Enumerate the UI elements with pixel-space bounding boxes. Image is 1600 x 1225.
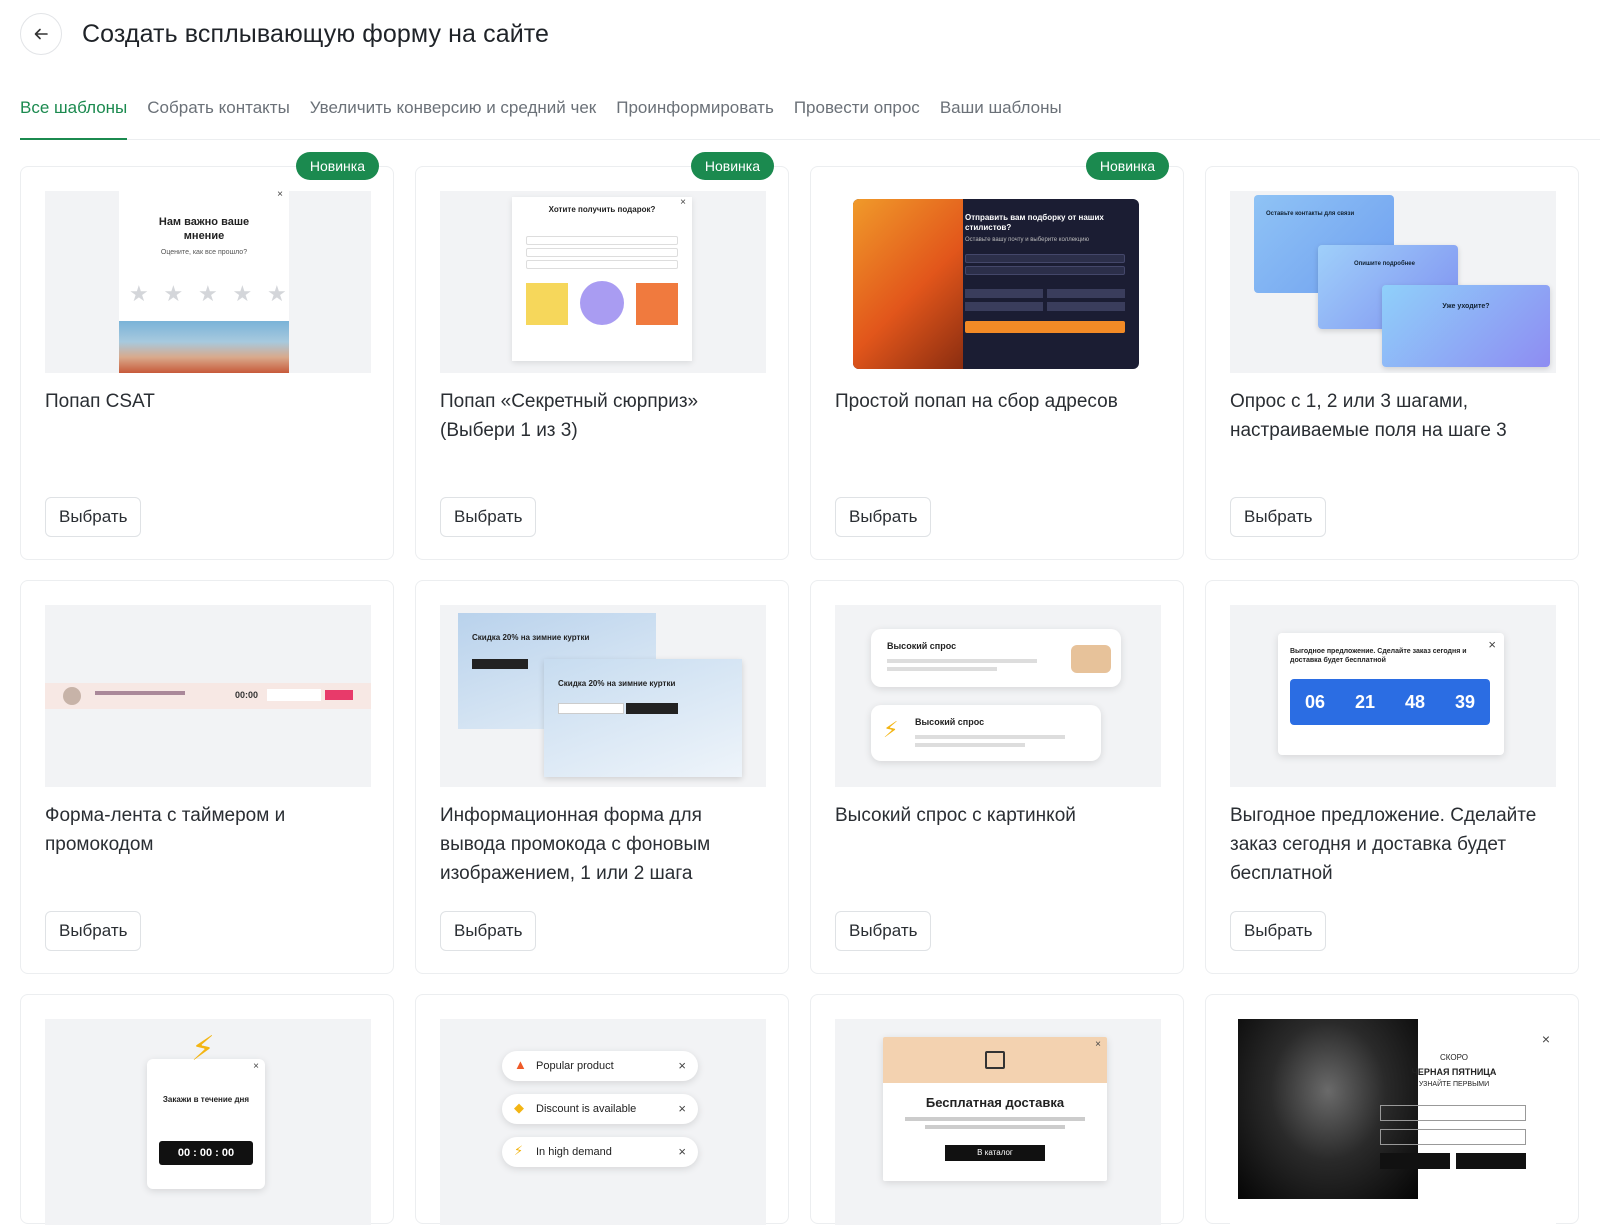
template-title: Форма-лента с таймером и промокодом: [45, 805, 286, 855]
photo: [853, 199, 963, 369]
notification-item: ◆ Discount is available ×: [502, 1094, 698, 1124]
templates-grid: Новинка × Нам важно ваше мнение Оцените,…: [20, 152, 1582, 1225]
select-button[interactable]: Выбрать: [1230, 497, 1327, 537]
submit-bar: [965, 321, 1125, 333]
tag-icon: ◆: [514, 1100, 524, 1115]
template-preview: × Хотите получить подарок?: [440, 191, 766, 373]
star-icon: ★: [267, 281, 287, 306]
template-card[interactable]: Новинка × Хотите получить подарок? Попап…: [415, 152, 789, 560]
notification-item: ⚡ In high demand ×: [502, 1137, 698, 1167]
template-preview: × ⚡ Закажи в течение дня 00 : 00 : 00: [45, 1019, 371, 1225]
template-card[interactable]: × Выгодное предложение. Сделайте заказ с…: [1205, 580, 1579, 974]
box-icon: [985, 1051, 1005, 1069]
lightning-icon: ⚡: [883, 717, 899, 742]
template-tabs: Все шаблоны Собрать контакты Увеличить к…: [20, 92, 1600, 140]
template-card[interactable]: ▲ Popular product × ◆ Discount is availa…: [415, 994, 789, 1225]
close-icon: ×: [678, 1058, 686, 1073]
tab-your-templates[interactable]: Ваши шаблоны: [940, 92, 1062, 140]
template-preview: Скидка 20% на зимние куртки Скидка 20% н…: [440, 605, 766, 787]
select-button[interactable]: Выбрать: [45, 911, 142, 951]
template-preview: × Нам важно ваше мнение Оцените, как все…: [45, 191, 371, 373]
select-button[interactable]: Выбрать: [835, 497, 932, 537]
template-preview: 00:00: [45, 605, 371, 787]
template-card[interactable]: Новинка Отправить вам подборку от наших …: [810, 152, 1184, 560]
gift-orange: [636, 283, 678, 325]
select-button[interactable]: Выбрать: [1230, 911, 1327, 951]
page-header: Создать всплывающую форму на сайте: [20, 12, 549, 56]
template-preview: ▲ Popular product × ◆ Discount is availa…: [440, 1019, 766, 1225]
lightning-icon: ⚡: [514, 1143, 524, 1158]
star-icon: ★: [232, 281, 253, 306]
template-title: Выгодное предложение. Сделайте заказ сег…: [1230, 805, 1537, 884]
template-title: Попап CSAT: [45, 391, 155, 412]
new-badge: Новинка: [295, 152, 379, 180]
template-card[interactable]: Скидка 20% на зимние куртки Скидка 20% н…: [415, 580, 789, 974]
select-button[interactable]: Выбрать: [440, 497, 537, 537]
tab-increase-conversion[interactable]: Увеличить конверсию и средний чек: [310, 92, 596, 140]
close-icon: ×: [1488, 637, 1496, 652]
template-preview: × Бесплатная доставка В каталог: [835, 1019, 1161, 1225]
tab-all-templates[interactable]: Все шаблоны: [20, 92, 128, 140]
thumbs-up-icon: [1071, 645, 1111, 673]
rating-stars: ★ ★ ★ ★ ★: [129, 283, 289, 305]
template-card[interactable]: × СКОРО ЧЕРНАЯ ПЯТНИЦА УЗНАЙТЕ ПЕРВЫМИ: [1205, 994, 1579, 1225]
arrow-left-icon: [34, 28, 48, 40]
close-icon: ×: [678, 1144, 686, 1159]
catalog-button: В каталог: [945, 1145, 1045, 1161]
template-preview: × СКОРО ЧЕРНАЯ ПЯТНИЦА УЗНАЙТЕ ПЕРВЫМИ: [1230, 1019, 1556, 1225]
close-icon: ×: [277, 191, 283, 200]
select-button[interactable]: Выбрать: [440, 911, 537, 951]
tab-survey[interactable]: Провести опрос: [794, 92, 920, 140]
template-title: Попап «Секретный сюрприз» (Выбери 1 из 3…: [440, 391, 699, 441]
close-icon: ×: [1095, 1039, 1101, 1050]
countdown-timer: 06 21 48 39: [1290, 679, 1490, 725]
template-preview: Оставьте контакты для связи Опишите подр…: [1230, 191, 1556, 373]
template-title: Простой попап на сбор адресов: [835, 391, 1118, 412]
timer-box: 00 : 00 : 00: [159, 1141, 253, 1165]
select-button[interactable]: Выбрать: [835, 911, 932, 951]
template-preview: × Выгодное предложение. Сделайте заказ с…: [1230, 605, 1556, 787]
close-icon: ×: [253, 1061, 259, 1072]
tab-collect-contacts[interactable]: Собрать контакты: [147, 92, 290, 140]
gift-purple: [580, 281, 624, 325]
page-title: Создать всплывающую форму на сайте: [82, 19, 550, 48]
template-card[interactable]: Новинка × Нам важно ваше мнение Оцените,…: [20, 152, 394, 560]
star-icon: ★: [129, 281, 149, 306]
tab-inform[interactable]: Проинформировать: [616, 92, 774, 140]
template-card[interactable]: 00:00 Форма-лента с таймером и промокодо…: [20, 580, 394, 974]
close-icon: ×: [1541, 1031, 1550, 1047]
notification-item: ▲ Popular product ×: [502, 1051, 698, 1081]
template-preview: Высокий спрос ⚡ Высокий спрос: [835, 605, 1161, 787]
template-title: Информационная форма для вывода промокод…: [440, 805, 711, 884]
select-button[interactable]: Выбрать: [45, 497, 142, 537]
star-icon: ★: [163, 281, 184, 306]
template-card[interactable]: × Бесплатная доставка В каталог: [810, 994, 1184, 1225]
template-title: Высокий спрос с картинкой: [835, 805, 1076, 826]
gift-yellow: [526, 283, 568, 325]
template-card[interactable]: Оставьте контакты для связи Опишите подр…: [1205, 166, 1579, 560]
star-icon: ★: [198, 281, 218, 306]
close-icon: ×: [678, 1101, 686, 1116]
template-card[interactable]: × ⚡ Закажи в течение дня 00 : 00 : 00: [20, 994, 394, 1225]
new-badge: Новинка: [1085, 152, 1169, 180]
new-badge: Новинка: [690, 152, 774, 180]
template-preview: Отправить вам подборку от наших стилисто…: [835, 191, 1161, 373]
fire-icon: ▲: [514, 1057, 527, 1072]
photo: [119, 321, 289, 373]
gift-icon: [63, 687, 81, 705]
back-button[interactable]: [20, 13, 62, 55]
template-title: Опрос с 1, 2 или 3 шагами, настраиваемые…: [1230, 391, 1507, 441]
lightning-icon: ⚡: [191, 1030, 215, 1068]
template-card[interactable]: Высокий спрос ⚡ Высокий спрос Высокий сп…: [810, 580, 1184, 974]
